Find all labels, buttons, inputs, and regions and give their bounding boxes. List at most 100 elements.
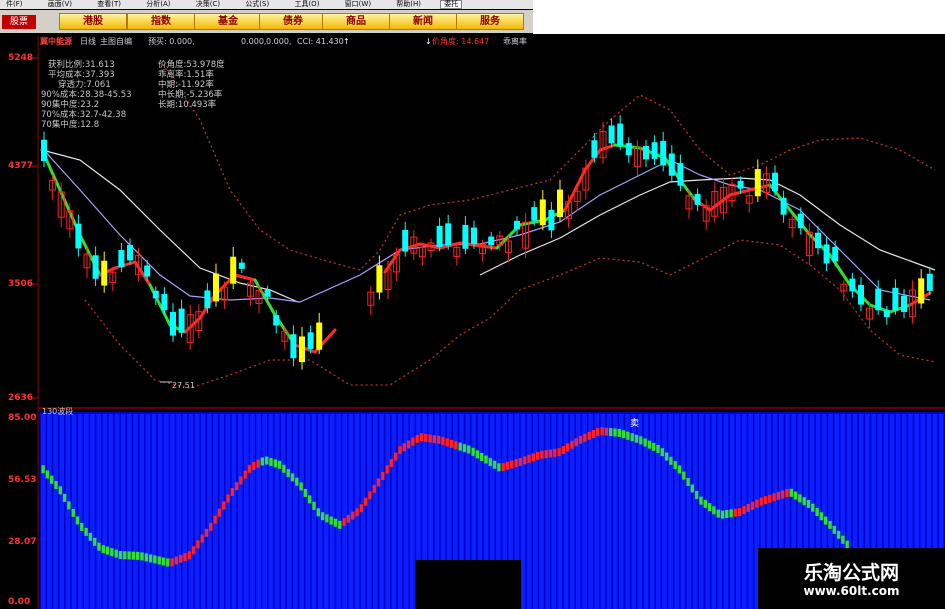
candle-body-down [677,163,684,186]
value-1: 0.000, [241,37,267,46]
indicator-wave-segment [548,449,553,458]
indicator-wave-segment [772,493,776,502]
indicator-wave-segment [652,442,656,451]
trend-segment [253,278,277,317]
stat-value: 28.38-45.53 [79,90,132,100]
indicator-wave-segment [101,545,105,554]
indicator-wave-segment [626,431,630,440]
indicator-wave-segment [660,448,664,457]
candle-body-down [926,273,933,291]
indicator-column [674,414,680,609]
indicator-column [588,414,593,609]
candle-body-down [41,139,47,162]
indicator-wave-segment [351,511,355,520]
indicator-column [250,414,255,609]
indicator-wave-segment [746,503,750,512]
indicator-column [164,414,169,609]
stat-value: 32.7-42.38 [79,110,127,120]
ind-tick-0: 0.00 [8,597,31,607]
stat-value: 37.393 [84,70,115,80]
indicator-column [692,414,698,609]
mode-label[interactable]: 主图自编 [100,36,132,48]
stat-label: 70%成本 [41,110,77,120]
indicator-column [551,414,557,609]
occlusion-block [416,560,521,609]
indicator-column [274,414,280,609]
indicator-column [299,414,304,609]
indicator-wave-segment [458,442,462,451]
candle-body-down [316,322,323,350]
indicator-wave-segment [342,518,346,526]
indicator-wave-segment [738,508,742,517]
candle-body-down [668,153,675,176]
up-arrow-icon: ↑ [343,37,350,46]
indicator-wave-segment [634,434,639,443]
indicator-wave-segment [480,452,484,461]
candle-body-down [514,220,520,230]
indicator-wave-segment [260,457,265,466]
indicator-wave-segment [75,516,80,525]
indicator-column [619,414,624,609]
indicator-column [557,414,563,609]
indicator-wave-segment [587,431,591,440]
candle-body-down [531,207,538,221]
indicator-name[interactable]: 130波段 [42,406,73,417]
period-label[interactable]: 日线 [80,36,96,48]
indicator-wave-segment [50,475,54,484]
candle-body-down [273,315,280,326]
indicator-column [231,414,237,609]
cci-label: CCI: 41.430 [297,37,344,46]
indicator-column [102,414,108,609]
indicator-wave-segment [153,555,157,564]
indicator-column [188,414,194,609]
candle-body-down [204,290,211,309]
stat-value: -11.92率 [177,80,214,90]
indicator-wave-segment [308,495,312,504]
candle-body-down [230,256,237,284]
indicator-column [170,414,175,609]
indicator-wave-segment [226,494,230,503]
indicator-column [330,414,335,609]
indicator-wave-segment [105,546,110,555]
candle-body-down [901,295,907,312]
indicator-column [373,414,378,609]
indicator-wave-segment [781,490,785,499]
indicator-column [194,414,200,609]
indicator-column [53,414,58,609]
ind-tick-85: 85.00 [8,413,37,423]
candle-body-down [858,284,864,305]
indicator-wave-segment [406,440,411,449]
indicator-column [182,414,188,609]
stat-value: 23.2 [80,100,100,110]
indicator-wave-segment [669,456,673,465]
indicator-wave-segment [88,532,93,541]
indicator-wave-segment [368,491,372,500]
indicator-wave-segment [613,428,617,437]
indicator-wave-segment [247,464,252,473]
indicator-wave-segment [617,428,621,437]
indicator-wave-segment [574,438,578,447]
stat-value: 7.061 [86,80,111,90]
indicator-wave-segment [54,480,58,489]
indicator-wave-segment [200,534,204,543]
indicator-wave-segment [84,527,88,536]
indicator-wave-segment [131,551,136,560]
indicator-wave-segment [110,548,114,557]
indicator-column [600,414,606,609]
value-2: 0.000, [266,37,292,46]
indicator-wave-segment [501,463,505,472]
stat-value: -5.236率 [186,90,223,100]
indicator-wave-segment [497,463,501,472]
chart-canvas [0,35,945,609]
trend-segment [113,260,137,270]
indicator-wave-segment [62,493,67,502]
indicator-wave-segment [252,462,256,471]
indicator-wave-segment [234,482,239,491]
indicator-column [65,414,71,609]
candle-body-down [75,223,82,249]
indicator-wave-segment [157,556,161,565]
ind-tick-28: 28.07 [8,537,37,547]
indicator-wave-segment [664,452,669,461]
indicator-wave-segment [750,501,755,510]
indicator-column [379,414,384,609]
